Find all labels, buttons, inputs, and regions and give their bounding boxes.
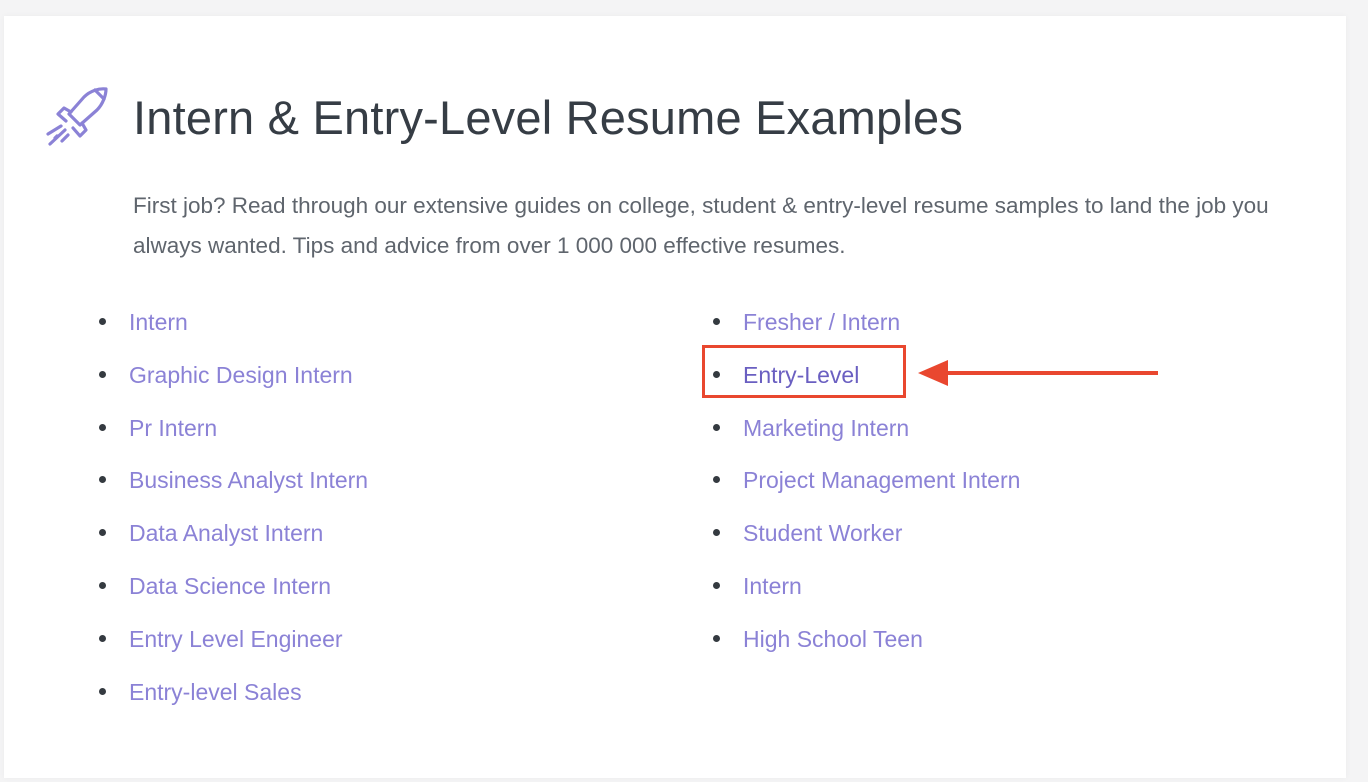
list-item: Intern xyxy=(96,296,368,349)
link-project-management-intern[interactable]: Project Management Intern xyxy=(743,467,1020,493)
page-title: Intern & Entry-Level Resume Examples xyxy=(133,91,964,144)
list-item: High School Teen xyxy=(710,613,1020,666)
list-item: Graphic Design Intern xyxy=(96,349,368,402)
list-item: Entry Level Engineer xyxy=(96,613,368,666)
bullet xyxy=(99,581,106,589)
link-entry-level-sales[interactable]: Entry-level Sales xyxy=(129,679,302,705)
list-item: Fresher / Intern xyxy=(710,296,1020,349)
bullet xyxy=(99,529,106,537)
link-intern-2[interactable]: Intern xyxy=(743,573,802,599)
page-description: First job? Read through our extensive gu… xyxy=(133,193,1269,258)
bullet xyxy=(713,581,720,589)
list-item: Marketing Intern xyxy=(710,402,1020,455)
link-entry-level-engineer[interactable]: Entry Level Engineer xyxy=(129,626,343,652)
list-item: Intern xyxy=(710,560,1020,613)
link-intern[interactable]: Intern xyxy=(129,309,188,335)
link-data-analyst-intern[interactable]: Data Analyst Intern xyxy=(129,520,323,546)
link-list-left: Intern Graphic Design Intern Pr Intern B… xyxy=(96,296,368,718)
annotation-arrow-icon xyxy=(918,360,1158,386)
bullet xyxy=(99,318,106,325)
list-item: Project Management Intern xyxy=(710,454,1020,507)
bullet xyxy=(713,318,720,325)
bullet xyxy=(99,634,106,642)
bullet xyxy=(713,529,720,537)
list-item: Business Analyst Intern xyxy=(96,454,368,507)
bullet xyxy=(99,476,106,484)
list-item: Pr Intern xyxy=(96,402,368,455)
link-marketing-intern[interactable]: Marketing Intern xyxy=(743,415,909,441)
link-fresher-intern[interactable]: Fresher / Intern xyxy=(743,309,900,335)
bullet xyxy=(99,687,106,695)
bullet xyxy=(99,370,106,378)
list-item: Data Science Intern xyxy=(96,560,368,613)
bullet xyxy=(713,476,720,484)
link-data-science-intern[interactable]: Data Science Intern xyxy=(129,573,331,599)
bullet xyxy=(713,423,720,431)
link-pr-intern[interactable]: Pr Intern xyxy=(129,415,217,441)
bullet xyxy=(99,423,106,431)
rocket-icon xyxy=(46,87,108,146)
link-graphic-design-intern[interactable]: Graphic Design Intern xyxy=(129,362,353,388)
annotation-highlight-box xyxy=(702,345,906,398)
bullet xyxy=(713,634,720,642)
list-item: Data Analyst Intern xyxy=(96,507,368,560)
link-high-school-teen[interactable]: High School Teen xyxy=(743,626,923,652)
list-item: Entry-level Sales xyxy=(96,666,368,719)
list-item: Student Worker xyxy=(710,507,1020,560)
link-business-analyst-intern[interactable]: Business Analyst Intern xyxy=(129,467,368,493)
link-student-worker[interactable]: Student Worker xyxy=(743,520,902,546)
